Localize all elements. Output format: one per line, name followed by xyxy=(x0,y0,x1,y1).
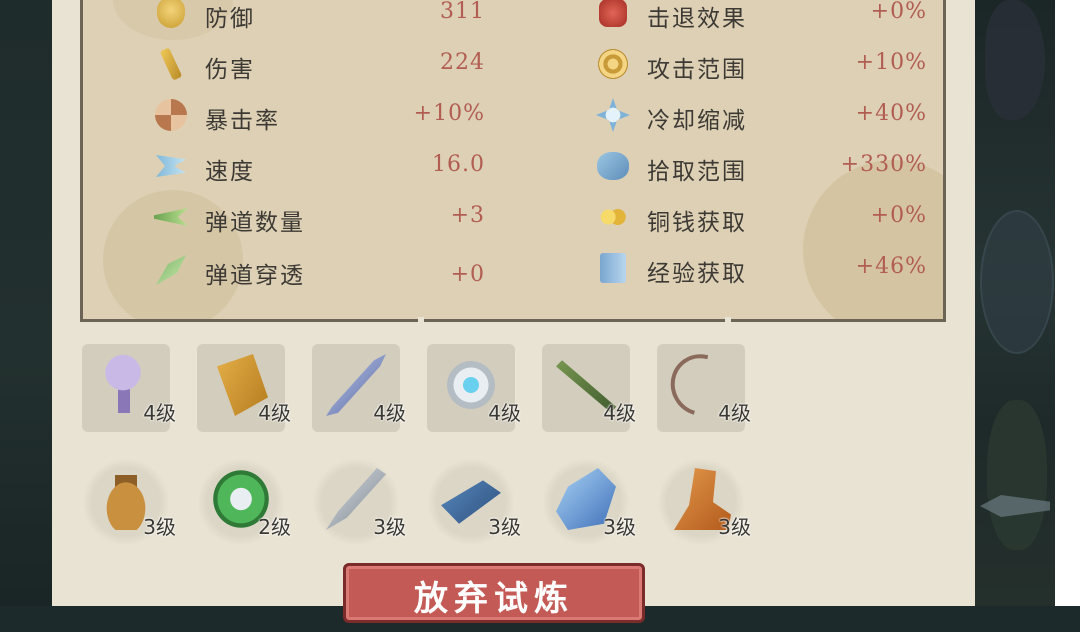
item-level: 3级 xyxy=(143,515,176,539)
stat-name: 攻击范围 xyxy=(647,57,747,83)
item-slot-pouch[interactable]: 3级 xyxy=(82,458,176,546)
item-slot-bamboo-flute[interactable]: 4级 xyxy=(542,344,636,432)
attack-range-icon xyxy=(595,46,631,82)
stat-cooldown: 冷却缩减 +40% xyxy=(595,95,935,135)
stats-box: 防御 311 伤害 224 暴击率 +10% 速度 16.0 弹道数量 +3 弹… xyxy=(80,0,946,322)
stat-speed: 速度 16.0 xyxy=(153,146,493,186)
item-slot-bow[interactable]: 4级 xyxy=(657,343,751,432)
stat-experience-gain: 经验获取 +46% xyxy=(595,248,935,288)
defense-icon xyxy=(153,0,189,31)
stat-value: 224 xyxy=(440,50,485,75)
frame-gap xyxy=(418,317,424,325)
item-slot-jade-charm[interactable]: 4级 xyxy=(82,344,176,432)
item-slot-dagger[interactable]: 3级 xyxy=(312,458,406,546)
stat-value: +40% xyxy=(855,101,927,126)
item-level: 4级 xyxy=(488,401,521,425)
item-level: 3级 xyxy=(488,515,521,539)
stat-value: 16.0 xyxy=(432,152,485,177)
item-level: 4级 xyxy=(258,401,291,425)
knockback-icon xyxy=(595,0,631,31)
item-slot-silver-ring[interactable]: 4级 xyxy=(427,344,521,432)
stat-name: 冷却缩减 xyxy=(647,108,747,134)
game-background-right xyxy=(975,0,1055,606)
dragon-silhouette xyxy=(980,210,1054,354)
stat-value: +10% xyxy=(413,101,485,126)
item-level: 4级 xyxy=(603,401,636,425)
stat-pickup-range: 拾取范围 +330% xyxy=(595,146,935,186)
abandon-trial-button[interactable]: 放弃试炼 xyxy=(343,563,645,623)
cooldown-icon xyxy=(595,97,631,133)
item-slot-crystal[interactable]: 3级 xyxy=(542,458,636,546)
stat-name: 速度 xyxy=(205,159,255,185)
stat-value: +46% xyxy=(855,254,927,279)
stat-name: 防御 xyxy=(205,6,255,32)
item-level: 3级 xyxy=(718,515,751,539)
stat-name: 伤害 xyxy=(205,57,255,83)
item-level: 3级 xyxy=(603,515,636,539)
tree-silhouette xyxy=(987,400,1047,550)
stat-name: 暴击率 xyxy=(205,108,280,134)
stat-defense: 防御 311 xyxy=(153,0,493,33)
copper-coin-icon xyxy=(595,199,631,235)
stat-value: +0 xyxy=(450,262,485,287)
stat-value: +3 xyxy=(450,203,485,228)
item-slot-boot[interactable]: 3级 xyxy=(657,458,751,546)
stat-projectile-count: 弹道数量 +3 xyxy=(153,197,493,237)
pickup-range-icon xyxy=(595,148,631,184)
stat-knockback: 击退效果 +0% xyxy=(595,0,935,33)
damage-icon xyxy=(153,46,189,82)
stat-projectile-pierce: 弹道穿透 +0 xyxy=(153,250,493,290)
projectile-pierce-icon xyxy=(153,252,189,288)
stat-value: +330% xyxy=(840,152,927,177)
stat-value: +0% xyxy=(870,0,927,24)
stat-damage: 伤害 224 xyxy=(153,44,493,84)
item-level: 4级 xyxy=(373,401,406,425)
monster-silhouette xyxy=(985,0,1045,120)
experience-icon xyxy=(595,250,631,286)
stat-name: 弹道数量 xyxy=(205,210,305,236)
item-level: 4级 xyxy=(718,401,751,425)
stat-name: 铜钱获取 xyxy=(647,210,747,236)
item-slot-book[interactable]: 3级 xyxy=(427,458,521,546)
stat-copper-gain: 铜钱获取 +0% xyxy=(595,197,935,237)
item-level: 2级 xyxy=(258,515,291,539)
projectile-count-icon xyxy=(153,199,189,235)
stat-value: +0% xyxy=(870,203,927,228)
item-slot-jade-bracelet[interactable]: 2级 xyxy=(197,458,291,546)
stat-name: 击退效果 xyxy=(647,6,747,32)
item-level: 4级 xyxy=(143,401,176,425)
item-level: 3级 xyxy=(373,515,406,539)
stat-name: 弹道穿透 xyxy=(205,263,305,289)
speed-icon xyxy=(153,148,189,184)
stat-attack-range: 攻击范围 +10% xyxy=(595,44,935,84)
stat-crit-rate: 暴击率 +10% xyxy=(153,95,493,135)
stat-name: 拾取范围 xyxy=(647,159,747,185)
frame-gap xyxy=(725,317,731,325)
stat-value: 311 xyxy=(440,0,485,24)
game-background-left xyxy=(0,0,52,606)
crit-rate-icon xyxy=(153,97,189,133)
stat-name: 经验获取 xyxy=(647,261,747,287)
screen-edge xyxy=(1055,0,1080,606)
item-slot-blue-sword[interactable]: 4级 xyxy=(312,344,406,432)
item-slot-talisman-scroll[interactable]: 4级 xyxy=(197,344,291,432)
stat-value: +10% xyxy=(855,50,927,75)
